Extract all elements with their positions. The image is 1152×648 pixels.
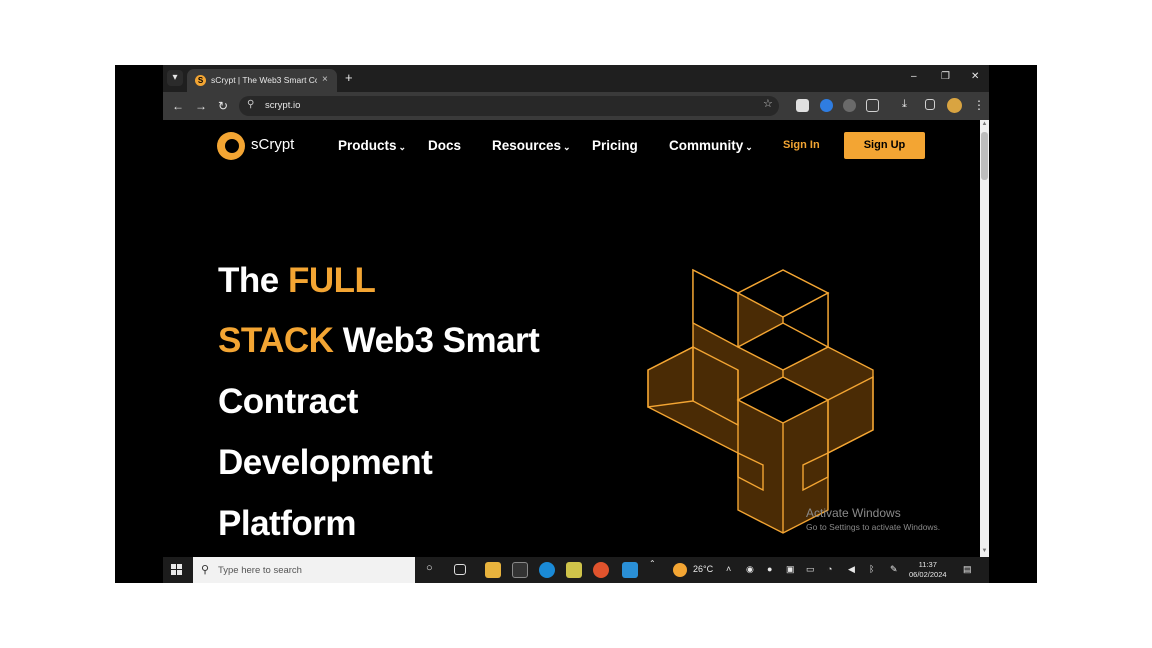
microphone-icon[interactable]: ●	[767, 564, 772, 574]
chevron-up-down-icon[interactable]: ⌃	[649, 559, 656, 568]
close-window-button[interactable]: ✕	[971, 71, 979, 82]
tab-title: sCrypt | The Web3 Smart Contr	[211, 75, 317, 85]
cortana-icon[interactable]: ○	[426, 562, 433, 574]
tab-search-dropdown-icon[interactable]: ▾	[167, 70, 183, 86]
sign-up-button[interactable]: Sign Up	[844, 132, 925, 159]
url-text[interactable]: scrypt.io	[265, 100, 300, 111]
hero-highlight: FULL	[287, 261, 376, 300]
extension-blue-icon[interactable]	[820, 99, 833, 112]
task-view-icon[interactable]	[454, 564, 466, 575]
search-placeholder: Type here to search	[218, 565, 302, 576]
nav-community-label: Community	[669, 138, 744, 153]
nav-community[interactable]: Community ⌄	[669, 138, 753, 153]
meet-now-icon[interactable]: ◉	[746, 564, 754, 575]
download-icon[interactable]: ⤓	[902, 98, 907, 111]
terminal-icon[interactable]	[512, 562, 528, 578]
page-scrollbar[interactable]: ▲ ▼	[980, 120, 989, 557]
maximize-button[interactable]: ❐	[941, 71, 950, 82]
weather-temp[interactable]: 26°C	[693, 564, 713, 574]
chevron-down-icon: ⌄	[563, 142, 571, 152]
webpage: sCrypt Products ⌄ Docs Resources ⌄ Pricing…	[163, 120, 989, 557]
activate-windows-title: Activate Windows	[806, 506, 901, 520]
side-panel-icon[interactable]	[925, 99, 935, 110]
pen-icon[interactable]: ✎	[890, 564, 898, 575]
file-explorer-icon[interactable]	[485, 562, 501, 578]
extension-active-icon[interactable]	[843, 99, 856, 112]
windows-start-icon[interactable]	[171, 564, 183, 576]
hero-line-4: Development	[218, 443, 433, 482]
browser-tab[interactable]: S sCrypt | The Web3 Smart Contr ×	[187, 69, 337, 92]
back-icon[interactable]: ←	[172, 99, 184, 113]
weather-icon[interactable]	[673, 563, 687, 577]
3d-cross-cube-graphic	[647, 268, 874, 534]
screen: ▾ S sCrypt | The Web3 Smart Contr × + – …	[115, 65, 1037, 583]
hero-text: Web3 Smart	[333, 321, 540, 360]
nav-resources-label: Resources	[492, 138, 562, 153]
nav-products-label: Products	[338, 138, 397, 153]
hero-line-5: Platform	[218, 504, 356, 543]
nav-pricing[interactable]: Pricing	[592, 138, 638, 153]
bluetooth-icon[interactable]: ᛒ	[869, 564, 874, 574]
extension-gmail-icon[interactable]	[796, 99, 809, 112]
tab-close-button[interactable]: ×	[322, 74, 328, 85]
menu-kebab-icon[interactable]: ⋮	[973, 98, 985, 112]
system-clock[interactable]: 11:37 06/02/2024	[909, 560, 947, 580]
edge-icon[interactable]	[539, 562, 555, 578]
scrypt-logo-icon[interactable]	[217, 132, 245, 160]
scrollbar-thumb[interactable]	[981, 132, 988, 180]
star-icon[interactable]: ☆	[763, 97, 773, 110]
minimize-button[interactable]: –	[911, 71, 917, 82]
windows-taskbar: ⚲ Type here to search ○ ⌃ 26°C ˄ ◉ ● ▣ ▭…	[163, 557, 989, 583]
reload-icon[interactable]: ↻	[218, 99, 228, 113]
chrome-icon[interactable]	[593, 562, 609, 578]
notifications-icon[interactable]: ▤	[963, 564, 972, 575]
nav-docs[interactable]: Docs	[428, 138, 461, 153]
clock-time: 11:37	[918, 560, 937, 569]
taskbar-search-box[interactable]: ⚲ Type here to search	[193, 557, 415, 583]
chevron-down-icon: ⌄	[745, 142, 753, 152]
logo-text[interactable]: sCrypt	[251, 136, 294, 153]
hero-highlight: STACK	[218, 321, 334, 360]
scroll-down-icon[interactable]: ▼	[981, 548, 988, 556]
network-icon[interactable]: ▭	[806, 564, 815, 575]
new-tab-button[interactable]: +	[345, 70, 353, 85]
hero-line-2: STACK Web3 Smart	[218, 321, 540, 361]
chevron-down-icon: ⌄	[398, 142, 407, 152]
extensions-puzzle-icon[interactable]	[866, 99, 879, 112]
tray-overflow-icon[interactable]: ˄	[726, 564, 731, 574]
hero-text: The	[218, 261, 288, 300]
nav-products[interactable]: Products ⌄	[338, 138, 406, 153]
hero-line-3: Contract	[218, 382, 358, 421]
wifi-icon[interactable]: ◔	[827, 564, 832, 574]
browser-titlebar: ▾ S sCrypt | The Web3 Smart Contr × + – …	[163, 65, 989, 92]
scroll-up-icon[interactable]: ▲	[981, 121, 988, 129]
address-bar-row: ← → ↻ ⚲ scrypt.io ☆ ⤓ ⋮	[163, 92, 989, 120]
search-icon: ⚲	[201, 564, 210, 576]
nav-resources[interactable]: Resources ⌄	[492, 138, 571, 153]
omnibox[interactable]: ⚲ scrypt.io	[239, 96, 779, 116]
clock-date: 06/02/2024	[909, 570, 947, 579]
hero-line-1: The FULL	[218, 261, 376, 301]
site-info-icon[interactable]: ⚲	[247, 99, 254, 110]
volume-icon[interactable]: ◀	[848, 564, 855, 575]
forward-icon[interactable]: →	[195, 99, 207, 113]
scrypt-favicon-icon: S	[195, 75, 206, 86]
profile-avatar[interactable]	[947, 98, 962, 113]
camera-icon[interactable]: ▣	[786, 564, 795, 575]
activate-windows-subtitle: Go to Settings to activate Windows.	[806, 522, 941, 532]
photos-app-icon[interactable]	[566, 562, 582, 578]
vscode-icon[interactable]	[622, 562, 638, 578]
sign-in-link[interactable]: Sign In	[783, 139, 820, 151]
